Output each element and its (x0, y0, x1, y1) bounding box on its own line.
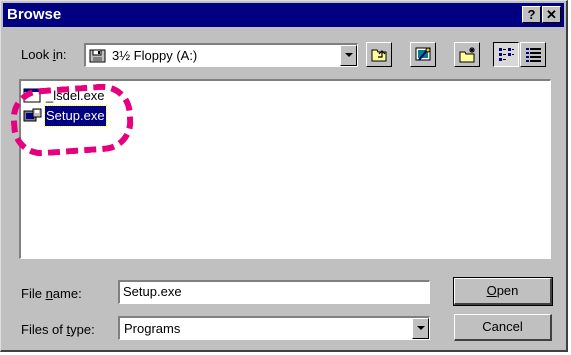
new-folder-button[interactable] (454, 42, 480, 67)
details-view-icon (525, 47, 542, 67)
annotation-highlight (8, 81, 136, 159)
up-one-level-button[interactable] (366, 42, 392, 67)
look-in-label-suffix: n: (55, 47, 67, 62)
file-name-label-suffix: ame: (52, 286, 82, 301)
new-folder-icon (459, 46, 477, 68)
file-type-label-prefix: Files of (21, 322, 67, 337)
open-button-accel: O (486, 283, 497, 298)
file-name-input[interactable] (123, 284, 413, 299)
file-type-value: Programs (124, 321, 181, 336)
file-type-combo[interactable]: Programs (118, 316, 430, 340)
file-type-label: Files of type: (21, 322, 95, 337)
file-name-input-box[interactable] (118, 280, 430, 304)
file-name-label-prefix: File (21, 286, 46, 301)
desktop-icon (415, 46, 432, 68)
file-type-dropdown-button[interactable] (412, 318, 429, 339)
list-view-button[interactable] (493, 42, 519, 67)
open-button[interactable]: Open (453, 277, 553, 306)
list-view-icon (498, 47, 515, 67)
title-bar[interactable]: Browse ? ✕ (3, 3, 564, 27)
close-button[interactable]: ✕ (542, 6, 561, 23)
file-name-label: File name: (21, 286, 82, 301)
cancel-button[interactable]: Cancel (454, 314, 552, 341)
file-type-label-suffix: ype: (70, 322, 95, 337)
look-in-label-prefix: Look (21, 47, 53, 62)
window-title: Browse (7, 6, 62, 23)
look-in-dropdown-button[interactable] (340, 45, 357, 66)
desktop-button[interactable] (410, 42, 436, 67)
open-button-label: pen (496, 283, 519, 298)
up-folder-icon (371, 47, 388, 67)
browse-dialog: Browse ? ✕ Look in: 3½ Floppy (A:) _lsde… (0, 0, 568, 352)
file-name-label-accel: n (45, 286, 53, 301)
look-in-label: Look in: (21, 47, 67, 62)
look-in-value: 3½ Floppy (A:) (112, 48, 198, 63)
help-button[interactable]: ? (522, 6, 541, 23)
look-in-combo[interactable]: 3½ Floppy (A:) (84, 43, 358, 67)
floppy-drive-icon (89, 48, 107, 64)
details-view-button[interactable] (520, 42, 546, 67)
